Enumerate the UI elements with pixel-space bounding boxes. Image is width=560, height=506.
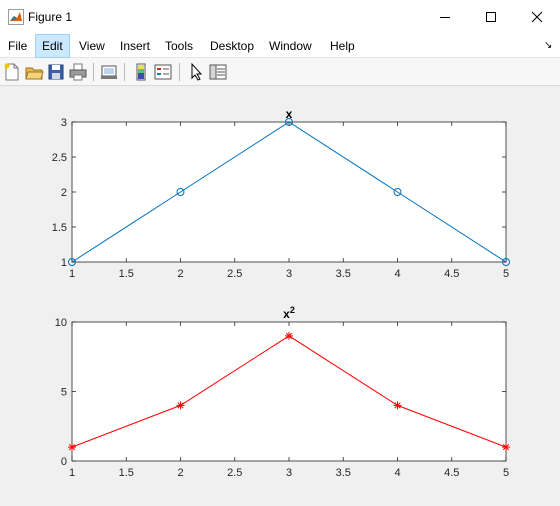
x-tick-label: 3.5: [336, 268, 351, 280]
subplot-container[interactable]: 1 1.5 2 2.5 3 3.5 4 4.5 511.522.53x1 1.5 2 2.5 3 3.5 4…: [0, 87, 560, 506]
y-tick-label: 1.5: [52, 222, 67, 234]
plot-area: [71, 121, 507, 263]
menu-tools[interactable]: Tools: [159, 34, 199, 58]
data-point: [393, 401, 402, 410]
axes-1[interactable]: 1 1.5 2 2.5 3 3.5 4 4.5 511.522.53x: [52, 107, 510, 280]
x-tick-label: 3: [286, 268, 292, 280]
menu-file[interactable]: File: [2, 34, 33, 58]
x-tick-label: 4.5: [444, 268, 459, 280]
new-figure-icon[interactable]: [2, 62, 22, 82]
menu-desktop[interactable]: Desktop: [204, 34, 260, 58]
x-tick-label: 2.5: [227, 268, 242, 280]
axes-2[interactable]: 1 1.5 2 2.5 3 3.5 4 4.5 5 0 5 10 x2: [55, 305, 510, 479]
menu-insert[interactable]: Insert: [114, 34, 156, 58]
title-bar: Figure 1: [0, 0, 560, 34]
x-tick-label: 1: [69, 268, 75, 280]
x-tick-label: 2: [177, 467, 183, 479]
y-tick-label: 5: [61, 387, 67, 399]
edit-plot-icon[interactable]: [186, 62, 206, 82]
open-file-icon[interactable]: [24, 62, 44, 82]
y-tick-label: 2.5: [52, 152, 67, 164]
toolbar-separator: [179, 63, 180, 81]
toolbar-separator: [93, 63, 94, 81]
link-plot-icon[interactable]: [99, 62, 119, 82]
window-title: Figure 1: [28, 10, 73, 24]
x-tick-label: 4: [394, 467, 400, 479]
data-point: [285, 331, 293, 340]
menu-window[interactable]: Window: [263, 34, 318, 58]
x-tick-label: 4: [394, 268, 400, 280]
x-tick-label: 5: [503, 467, 509, 479]
matlab-logo-icon: [8, 9, 24, 25]
y-tick-label: 0: [61, 456, 67, 468]
close-icon: [531, 11, 543, 23]
data-point: [68, 443, 76, 452]
data-point: [176, 401, 185, 410]
save-figure-icon[interactable]: [46, 62, 66, 82]
print-figure-icon[interactable]: [68, 62, 88, 82]
figure-toolbar: [0, 58, 560, 86]
minimize-icon: [440, 17, 450, 18]
toolbar-separator: [124, 63, 125, 81]
y-tick-label: 3: [61, 117, 67, 129]
x-tick-label: 1: [69, 467, 75, 479]
x-tick-label: 5: [503, 268, 509, 280]
axes-title-superscript: 2: [290, 305, 295, 315]
y-tick-label: 1: [61, 257, 67, 269]
x-tick-label: 1.5: [119, 268, 134, 280]
maximize-button[interactable]: [468, 0, 514, 34]
property-inspector-icon[interactable]: [208, 62, 228, 82]
x-tick-label: 3: [286, 467, 292, 479]
minimize-button[interactable]: [422, 0, 468, 34]
x-tick-label: 2: [177, 268, 183, 280]
plot-area: [71, 321, 507, 462]
x-tick-label: 4.5: [444, 467, 459, 479]
menu-help[interactable]: Help: [324, 34, 361, 58]
close-button[interactable]: [514, 0, 560, 34]
x-tick-label: 2.5: [227, 467, 242, 479]
x-tick-label: 3.5: [336, 467, 351, 479]
menu-view[interactable]: View: [73, 34, 111, 58]
dock-arrow-icon[interactable]: ↘: [544, 40, 552, 51]
maximize-icon: [486, 12, 496, 22]
data-point: [502, 443, 510, 452]
y-tick-label: 2: [61, 187, 67, 199]
x-tick-label: 1.5: [119, 467, 134, 479]
insert-legend-icon[interactable]: [153, 62, 173, 82]
y-tick-label: 10: [55, 317, 67, 329]
menu-edit[interactable]: Edit: [35, 34, 70, 58]
insert-colorbar-icon[interactable]: [131, 62, 151, 82]
figure-canvas: 1 1.5 2 2.5 3 3.5 4 4.5 5 1 1.5 2 2.5 3 x 1 1.5 2 2.5 3 3.5 4…: [0, 87, 560, 506]
menu-bar: File Edit View Insert Tools Desktop Wind…: [0, 34, 560, 58]
axes-title: x2: [283, 305, 295, 321]
